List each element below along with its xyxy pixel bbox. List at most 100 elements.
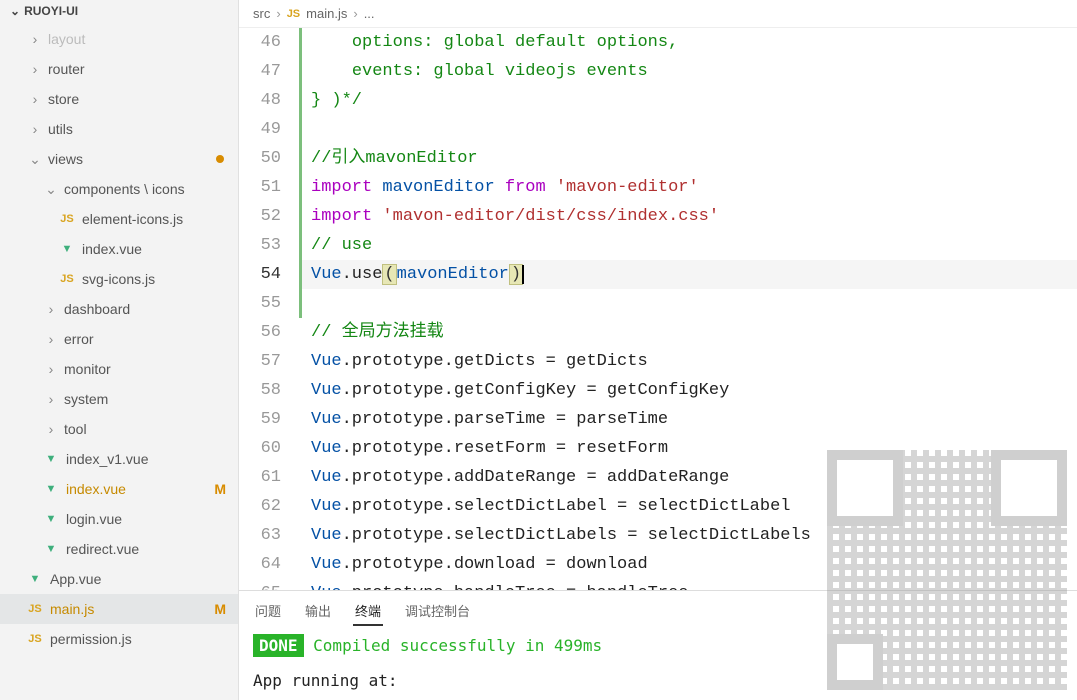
project-name: RUOYI-UI: [24, 4, 78, 18]
breadcrumb-seg[interactable]: ...: [364, 6, 375, 21]
tree-file[interactable]: ▼ index_v1.vue: [0, 444, 238, 474]
tree-folder[interactable]: ›router: [0, 54, 238, 84]
breadcrumb-seg[interactable]: main.js: [306, 6, 347, 21]
tree-folder[interactable]: ⌄views: [0, 144, 238, 174]
tree-item-label: svg-icons.js: [82, 271, 238, 287]
code-line[interactable]: Vue.prototype.parseTime = parseTime: [299, 405, 1077, 434]
chevron-right-icon: ›: [26, 61, 44, 77]
file-explorer: ⌄ RUOYI-UI ›layout›router›store›utils⌄vi…: [0, 0, 239, 700]
compile-message: Compiled successfully in 499ms: [304, 636, 603, 655]
vue-icon: ▼: [58, 243, 76, 255]
vue-icon: ▼: [42, 513, 60, 525]
code-editor[interactable]: 4647484950515253545556575859606162636465…: [239, 28, 1077, 590]
code-line[interactable]: } )*/: [299, 86, 1077, 115]
line-number: 59: [239, 405, 281, 434]
tree-file[interactable]: ▼index.vueM: [0, 474, 238, 504]
code-line[interactable]: Vue.prototype.getDicts = getDicts: [299, 347, 1077, 376]
tree-file[interactable]: JSpermission.js: [0, 624, 238, 654]
line-gutter: 4647484950515253545556575859606162636465: [239, 28, 299, 590]
chevron-right-icon: ›: [276, 6, 280, 21]
line-number: 58: [239, 376, 281, 405]
code-line[interactable]: // use: [299, 231, 1077, 260]
code-line[interactable]: Vue.prototype.getConfigKey = getConfigKe…: [299, 376, 1077, 405]
tree-folder[interactable]: ›error: [0, 324, 238, 354]
line-number: 54: [239, 260, 281, 289]
tree-file[interactable]: ▼ index.vue: [0, 234, 238, 264]
chevron-down-icon: ⌄: [10, 4, 20, 18]
code-line[interactable]: options: global default options,: [299, 28, 1077, 57]
bottom-panel: 问题输出终端调试控制台 DONE Compiled successfully i…: [239, 590, 1077, 700]
tree-file[interactable]: JS svg-icons.js: [0, 264, 238, 294]
tree-folder[interactable]: ›utils: [0, 114, 238, 144]
tree-item-label: router: [48, 61, 238, 77]
chevron-right-icon: ›: [26, 31, 44, 47]
tree-item-label: error: [64, 331, 238, 347]
js-icon: JS: [58, 273, 76, 285]
vue-icon: ▼: [42, 453, 60, 465]
chevron-down-icon: ⌄: [26, 151, 44, 168]
panel-tab[interactable]: 输出: [303, 597, 333, 626]
line-number: 57: [239, 347, 281, 376]
tree-file[interactable]: ▼redirect.vue: [0, 534, 238, 564]
code-line[interactable]: Vue.prototype.handleTree = handleTree: [299, 579, 1077, 590]
line-number: 46: [239, 28, 281, 57]
chevron-right-icon: ›: [42, 361, 60, 377]
tree-folder[interactable]: ›dashboard: [0, 294, 238, 324]
tree-folder[interactable]: ›layout: [0, 24, 238, 54]
line-number: 47: [239, 57, 281, 86]
tree-item-label: App.vue: [50, 571, 238, 587]
panel-tab[interactable]: 调试控制台: [403, 597, 472, 626]
tree-file[interactable]: JSmain.jsM: [0, 594, 238, 624]
code-line[interactable]: import mavonEditor from 'mavon-editor': [299, 173, 1077, 202]
line-number: 50: [239, 144, 281, 173]
tree-item-label: tool: [64, 421, 238, 437]
explorer-header[interactable]: ⌄ RUOYI-UI: [0, 0, 238, 22]
code-line[interactable]: Vue.prototype.resetForm = resetForm: [299, 434, 1077, 463]
breadcrumb-seg[interactable]: src: [253, 6, 270, 21]
tree-folder[interactable]: ›tool: [0, 414, 238, 444]
line-number: 60: [239, 434, 281, 463]
tree-item-label: store: [48, 91, 238, 107]
tree-folder[interactable]: ›monitor: [0, 354, 238, 384]
code-line[interactable]: Vue.prototype.selectDictLabel = selectDi…: [299, 492, 1077, 521]
js-icon: JS: [58, 213, 76, 225]
tree-folder[interactable]: ›store: [0, 84, 238, 114]
code-line[interactable]: Vue.prototype.selectDictLabels = selectD…: [299, 521, 1077, 550]
code-line[interactable]: [299, 289, 1077, 318]
tree-item-label: index.vue: [82, 241, 238, 257]
tree-item-label: redirect.vue: [66, 541, 238, 557]
tree-file[interactable]: JSelement-icons.js: [0, 204, 238, 234]
panel-tab[interactable]: 问题: [253, 597, 283, 626]
code-line[interactable]: Vue.prototype.addDateRange = addDateRang…: [299, 463, 1077, 492]
tree-file[interactable]: ▼ login.vue: [0, 504, 238, 534]
tree-folder[interactable]: ⌄components \ icons: [0, 174, 238, 204]
line-number: 48: [239, 86, 281, 115]
code-line[interactable]: events: global videojs events: [299, 57, 1077, 86]
chevron-right-icon: ›: [26, 121, 44, 137]
code-line[interactable]: [299, 115, 1077, 144]
tree-file[interactable]: ▼App.vue: [0, 564, 238, 594]
code-line[interactable]: import 'mavon-editor/dist/css/index.css': [299, 202, 1077, 231]
tree-folder[interactable]: ›system: [0, 384, 238, 414]
tree-item-label: index_v1.vue: [66, 451, 238, 467]
chevron-right-icon: ›: [353, 6, 357, 21]
chevron-right-icon: ›: [42, 301, 60, 317]
code-line[interactable]: Vue.use(mavonEditor): [299, 260, 1077, 289]
js-icon: JS: [26, 603, 44, 615]
line-number: 51: [239, 173, 281, 202]
code-line[interactable]: //引入mavonEditor: [299, 144, 1077, 173]
modified-dot-icon: [216, 155, 224, 163]
line-number: 52: [239, 202, 281, 231]
line-number: 63: [239, 521, 281, 550]
js-icon: JS: [26, 633, 44, 645]
code-line[interactable]: Vue.prototype.download = download: [299, 550, 1077, 579]
breadcrumb[interactable]: src › JS main.js › ...: [239, 0, 1077, 28]
terminal-output[interactable]: DONE Compiled successfully in 499ms App …: [239, 626, 1077, 700]
panel-tab[interactable]: 终端: [353, 597, 383, 626]
tree-item-label: components \ icons: [64, 181, 238, 197]
code-content[interactable]: options: global default options, events:…: [299, 28, 1077, 590]
status-badge: DONE: [253, 634, 304, 657]
tree-item-label: login.vue: [66, 511, 238, 527]
line-number: 62: [239, 492, 281, 521]
code-line[interactable]: // 全局方法挂载: [299, 318, 1077, 347]
